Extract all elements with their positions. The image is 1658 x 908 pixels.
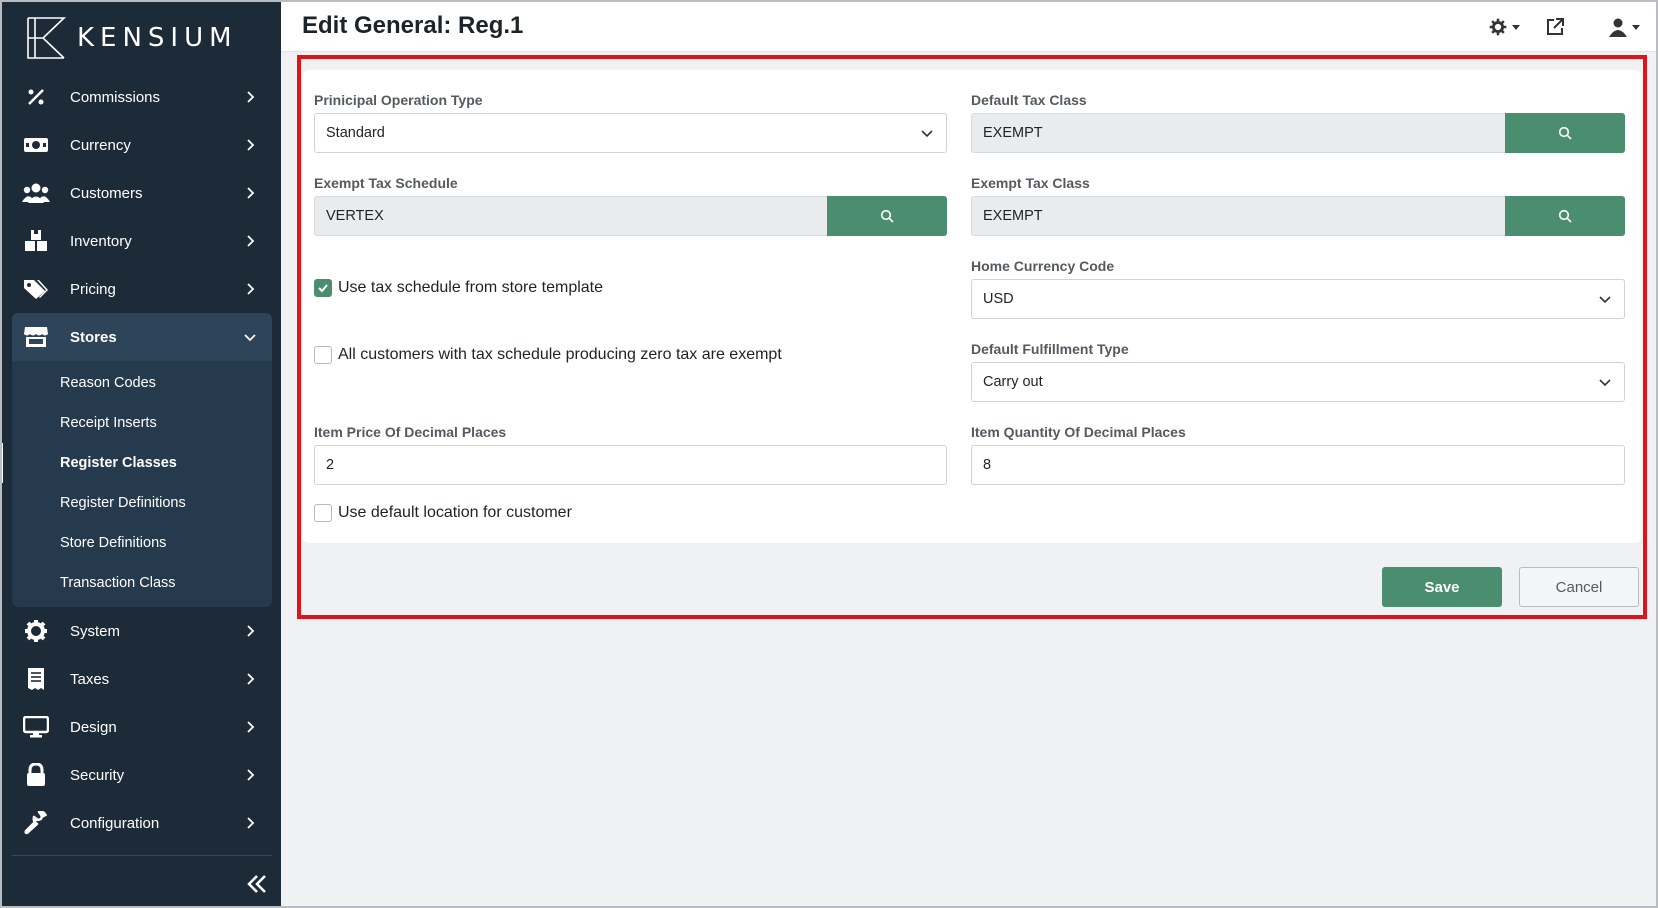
- exempt-tax-class-field[interactable]: EXEMPT: [971, 196, 1505, 236]
- sidebar-item-commissions[interactable]: Commissions: [12, 73, 272, 121]
- sidebar-subitem-register-classes[interactable]: Register Classes: [0, 443, 272, 483]
- gear-icon: [1489, 18, 1507, 36]
- user-menu-button[interactable]: [1608, 16, 1640, 38]
- use-default-location-label: Use default location for customer: [338, 504, 572, 521]
- chevron-right-icon: [247, 187, 255, 199]
- percent-icon: [22, 83, 50, 111]
- default-tax-class-label: Default Tax Class: [971, 92, 1087, 108]
- collapse-sidebar-icon[interactable]: [245, 872, 269, 896]
- search-icon: [880, 209, 894, 223]
- use-tax-schedule-label: Use tax schedule from store template: [338, 279, 604, 296]
- sidebar-subitem-register-definitions[interactable]: Register Definitions: [12, 483, 272, 523]
- use-default-location-checkbox[interactable]: [314, 504, 332, 522]
- caret-down-icon: [1512, 24, 1520, 30]
- lock-icon: [22, 761, 50, 789]
- exempt-tax-schedule-lookup: VERTEX: [314, 196, 947, 236]
- sidebar-item-security[interactable]: Security: [12, 751, 272, 799]
- exempt-tax-class-label: Exempt Tax Class: [971, 175, 1090, 191]
- open-external-button[interactable]: [1545, 16, 1565, 38]
- exempt-tax-class-search-button[interactable]: [1505, 196, 1625, 236]
- default-fulfillment-type-label: Default Fulfillment Type: [971, 341, 1129, 357]
- chevron-right-icon: [247, 235, 255, 247]
- chevron-right-icon: [247, 817, 255, 829]
- use-tax-schedule-checkbox[interactable]: [314, 279, 332, 297]
- default-fulfillment-type-select[interactable]: Carry out: [971, 362, 1625, 402]
- item-price-decimals-input[interactable]: 2: [314, 445, 947, 485]
- monitor-icon: [22, 713, 50, 741]
- sidebar-item-customers[interactable]: Customers: [12, 169, 272, 217]
- sidebar-subitem-reason-codes[interactable]: Reason Codes: [12, 363, 272, 403]
- exempt-tax-schedule-field[interactable]: VERTEX: [314, 196, 827, 236]
- exempt-tax-schedule-search-button[interactable]: [827, 196, 947, 236]
- sidebar-item-stores[interactable]: Stores: [12, 313, 272, 361]
- brand-logo[interactable]: KENSIUM: [25, 16, 238, 60]
- chevron-right-icon: [247, 721, 255, 733]
- checkmark-icon: [318, 284, 328, 293]
- brand-name: KENSIUM: [77, 23, 238, 53]
- default-tax-class-field[interactable]: EXEMPT: [971, 113, 1505, 153]
- sidebar-subitem-receipt-inserts[interactable]: Receipt Inserts: [12, 403, 272, 443]
- chevron-right-icon: [247, 673, 255, 685]
- search-icon: [1558, 209, 1572, 223]
- zero-tax-exempt-label: All customers with tax schedule producin…: [338, 346, 782, 363]
- boxes-icon: [22, 227, 50, 255]
- kensium-logo-icon: [27, 17, 66, 59]
- receipt-icon: [22, 665, 50, 693]
- chevron-right-icon: [247, 625, 255, 637]
- sidebar-item-configuration[interactable]: Configuration: [12, 799, 272, 847]
- zero-tax-exempt-checkbox[interactable]: [314, 346, 332, 364]
- tags-icon: [22, 275, 50, 303]
- sidebar-subitem-store-definitions[interactable]: Store Definitions: [12, 523, 272, 563]
- sidebar: KENSIUM Commissions Currency Customers I…: [0, 0, 281, 908]
- page-title: Edit General: Reg.1: [302, 12, 524, 39]
- sidebar-item-pricing[interactable]: Pricing: [12, 265, 272, 313]
- gear-icon: [22, 617, 50, 645]
- chevron-right-icon: [247, 769, 255, 781]
- sidebar-subitem-transaction-class[interactable]: Transaction Class: [12, 563, 272, 603]
- principal-operation-type-select[interactable]: Standard: [314, 113, 947, 153]
- sidebar-item-taxes[interactable]: Taxes: [12, 655, 272, 703]
- chevron-down-icon: [921, 130, 933, 138]
- sidebar-item-currency[interactable]: Currency: [12, 121, 272, 169]
- save-button[interactable]: Save: [1382, 567, 1502, 607]
- users-icon: [22, 179, 50, 207]
- chevron-right-icon: [247, 139, 255, 151]
- chevron-down-icon: [244, 334, 256, 342]
- default-tax-class-lookup: EXEMPT: [971, 113, 1625, 153]
- item-price-decimals-label: Item Price Of Decimal Places: [314, 424, 507, 440]
- chevron-right-icon: [247, 283, 255, 295]
- chevron-right-icon: [247, 91, 255, 103]
- wrench-icon: [22, 809, 50, 837]
- stores-submenu: Reason Codes Receipt Inserts Register Cl…: [0, 361, 272, 607]
- external-link-icon: [1547, 18, 1564, 35]
- sidebar-item-design[interactable]: Design: [12, 703, 272, 751]
- home-currency-code-select[interactable]: USD: [971, 279, 1625, 319]
- money-icon: [22, 131, 50, 159]
- sidebar-item-system[interactable]: System: [12, 607, 272, 655]
- settings-menu-button[interactable]: [1488, 16, 1520, 38]
- home-currency-code-label: Home Currency Code: [971, 258, 1115, 274]
- chevron-down-icon: [1599, 379, 1611, 387]
- search-icon: [1558, 126, 1572, 140]
- zero-tax-exempt-option: All customers with tax schedule producin…: [314, 346, 782, 364]
- chevron-down-icon: [1599, 296, 1611, 304]
- use-tax-schedule-option: Use tax schedule from store template: [314, 279, 603, 297]
- caret-down-icon: [1632, 24, 1640, 30]
- item-quantity-decimals-label: Item Quantity Of Decimal Places: [971, 424, 1186, 440]
- cancel-button[interactable]: Cancel: [1519, 567, 1639, 607]
- top-header: Edit General: Reg.1: [281, 0, 1658, 52]
- item-quantity-decimals-input[interactable]: 8: [971, 445, 1625, 485]
- sidebar-nav: Commissions Currency Customers Inventory: [0, 73, 272, 847]
- store-icon: [22, 323, 50, 351]
- sidebar-item-inventory[interactable]: Inventory: [12, 217, 272, 265]
- use-default-location-option: Use default location for customer: [314, 504, 572, 522]
- exempt-tax-schedule-label: Exempt Tax Schedule: [314, 175, 458, 191]
- user-icon: [1609, 18, 1627, 37]
- exempt-tax-class-lookup: EXEMPT: [971, 196, 1625, 236]
- sidebar-divider: [12, 855, 272, 856]
- default-tax-class-search-button[interactable]: [1505, 113, 1625, 153]
- principal-operation-type-label: Prinicipal Operation Type: [314, 92, 483, 108]
